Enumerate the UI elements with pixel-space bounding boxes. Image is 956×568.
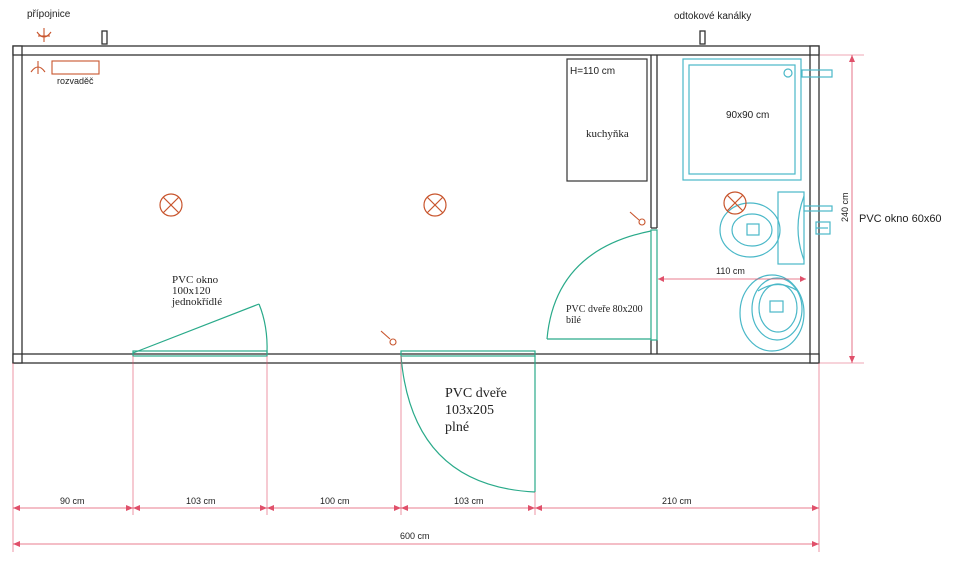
light-icon bbox=[723, 191, 747, 215]
washbasin bbox=[777, 191, 833, 265]
inner-door bbox=[546, 229, 658, 341]
switch-icon bbox=[629, 211, 646, 226]
height-label: 240 cm bbox=[840, 192, 850, 222]
dim-100: 100 cm bbox=[320, 496, 350, 506]
dim-103-door: 103 cm bbox=[454, 496, 484, 506]
bath-width-label: 110 cm bbox=[716, 266, 745, 276]
connector-icon bbox=[36, 28, 52, 42]
kitchenette: H=110 cm kuchyňka bbox=[566, 58, 648, 182]
distribution-board bbox=[30, 60, 100, 75]
toilet-upper bbox=[719, 202, 781, 258]
connector-label: přípojnice bbox=[27, 9, 71, 20]
dimension-extension-lines bbox=[12, 356, 820, 552]
distribution-board-label: rozvaděč bbox=[57, 76, 94, 86]
right-window-label: PVC okno 60x60 bbox=[859, 213, 942, 225]
dim-103-window: 103 cm bbox=[186, 496, 216, 506]
light-icon bbox=[159, 193, 183, 217]
main-door-line1: PVC dveře bbox=[445, 386, 507, 401]
kitchen-label: kuchyňka bbox=[586, 128, 629, 140]
inner-door-line1: PVC dveře 80x200 bbox=[566, 304, 643, 315]
drain-label: odtokové kanálky bbox=[674, 11, 751, 22]
inner-door-line2: bílé bbox=[566, 315, 582, 326]
dim-210: 210 cm bbox=[662, 496, 692, 506]
switch-icon bbox=[380, 330, 397, 346]
total-dimension-line bbox=[13, 541, 819, 547]
front-window-line3: jednokřídlé bbox=[171, 296, 222, 308]
light-icon bbox=[423, 193, 447, 217]
dim-90: 90 cm bbox=[60, 496, 85, 506]
shower-label: 90x90 cm bbox=[726, 110, 769, 121]
floor-plan: H=110 cm kuchyňka 90x90 cm 110 cm přípoj… bbox=[12, 9, 942, 552]
segment-dimension-line bbox=[13, 505, 819, 511]
partition-walls bbox=[650, 55, 658, 354]
outer-walls bbox=[12, 30, 820, 364]
toilet-lower bbox=[739, 274, 805, 352]
main-door-line2: 103x205 bbox=[445, 403, 494, 418]
height-dimension: 240 cm bbox=[820, 54, 864, 364]
kitchen-height-label: H=110 cm bbox=[570, 66, 615, 77]
main-door-line3: plné bbox=[445, 420, 469, 435]
dim-total: 600 cm bbox=[400, 531, 430, 541]
ceiling-lights bbox=[159, 191, 747, 217]
front-window bbox=[132, 303, 268, 357]
